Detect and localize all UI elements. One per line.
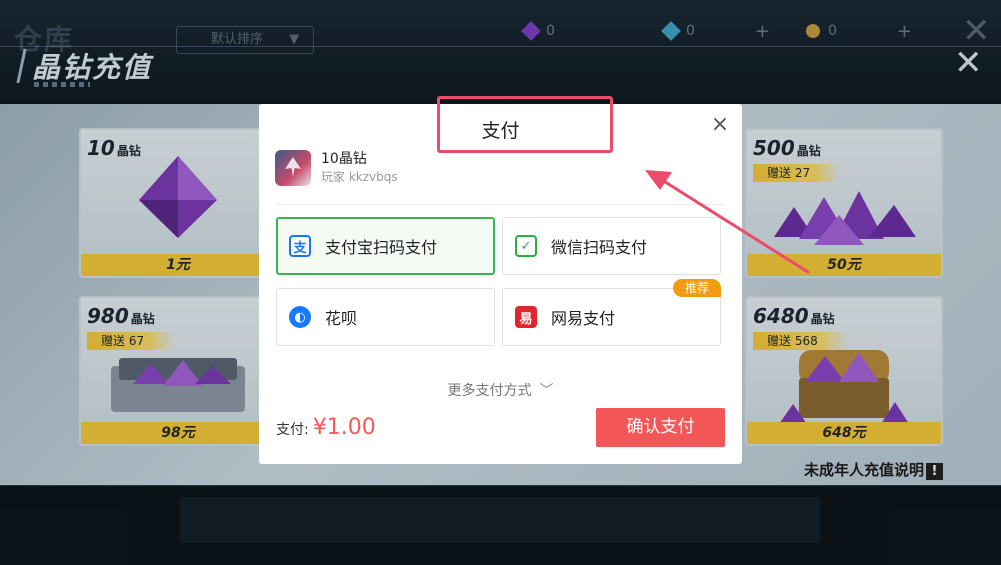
total-amount: ¥1.00	[312, 415, 376, 440]
payment-dialog: 支付 × 10晶钻 玩家 kkzvbqs 支 支付宝扫码支付 ✓ 微信扫码支付 …	[259, 104, 742, 464]
pay-method-huabei[interactable]: ◐ 花呗	[276, 288, 495, 346]
product-text: 10晶钻 玩家 kkzvbqs	[321, 150, 398, 186]
pay-method-wechat[interactable]: ✓ 微信扫码支付	[502, 217, 721, 275]
pay-method-label: 花呗	[325, 309, 358, 328]
netease-pay-icon: 易	[515, 306, 537, 328]
dialog-divider	[276, 204, 725, 205]
payment-total: 支付: ¥1.00	[276, 415, 376, 440]
chevron-down-icon: ﹀	[539, 383, 554, 399]
player-name: 玩家 kkzvbqs	[321, 170, 398, 184]
more-methods-label: 更多支付方式	[447, 383, 532, 399]
confirm-payment-button[interactable]: 确认支付	[596, 408, 725, 447]
pay-method-netease[interactable]: 易 网易支付 推荐	[502, 279, 721, 346]
wechat-icon: ✓	[515, 235, 537, 257]
product-name: 10晶钻	[321, 151, 367, 167]
pay-method-alipay[interactable]: 支 支付宝扫码支付	[276, 217, 495, 275]
more-payment-methods[interactable]: 更多支付方式 ﹀	[259, 380, 742, 400]
recommended-badge: 推荐	[672, 279, 721, 297]
annotation-highlight-box	[437, 96, 613, 153]
alipay-icon: 支	[289, 235, 311, 257]
close-icon[interactable]: ×	[709, 114, 731, 136]
pay-method-label: 网易支付	[551, 309, 616, 328]
game-app-icon	[275, 150, 311, 186]
total-label: 支付:	[276, 422, 309, 438]
pay-method-label: 支付宝扫码支付	[325, 238, 438, 257]
pay-method-label: 微信扫码支付	[551, 238, 648, 257]
huabei-icon: ◐	[289, 306, 311, 328]
product-info: 10晶钻 玩家 kkzvbqs	[275, 150, 398, 186]
